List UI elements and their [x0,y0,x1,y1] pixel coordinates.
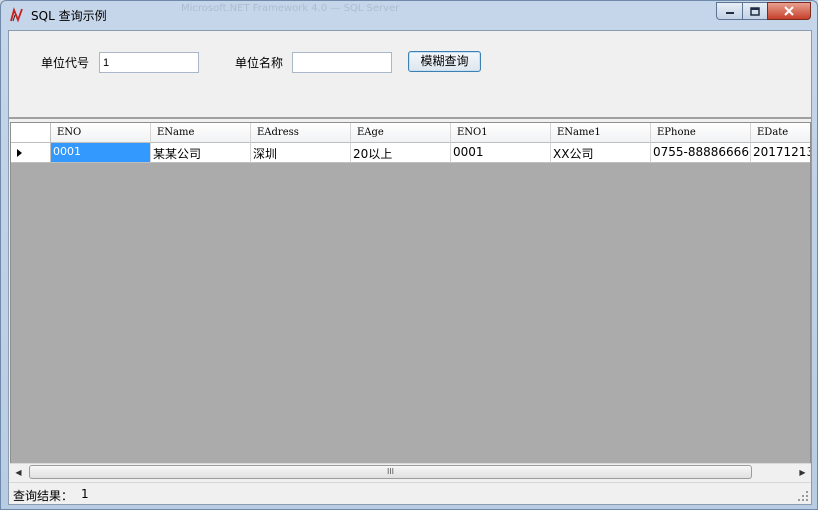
window-title-background-text: Microsoft.NET Framework 4.0 — SQL Server [181,3,400,14]
status-result-count: 1 [81,487,89,501]
unit-name-label: 单位名称 [235,56,284,70]
search-panel: 单位代号 单位名称 模糊查询 [9,31,811,119]
scroll-left-arrow-icon[interactable]: ◀ [10,464,27,481]
column-header-eno1[interactable]: ENO1 [451,123,551,143]
results-grid[interactable]: ENO EName EAdress EAge ENO1 EName1 EPhone EDate… [10,122,811,480]
window-controls [716,2,811,20]
unit-code-label: 单位代号 [41,56,90,70]
grid-cell-edate[interactable]: 20171213 [751,143,810,163]
close-button[interactable] [767,2,811,20]
minimize-icon [725,12,734,14]
app-logo-icon [10,7,23,23]
maximize-button[interactable] [742,2,767,20]
column-header-eadress[interactable]: EAdress [251,123,351,143]
column-header-ephone[interactable]: EPhone [651,123,751,143]
scroll-right-arrow-icon[interactable]: ▶ [794,464,811,481]
column-header-ename[interactable]: EName [151,123,251,143]
grid-header-row: ENO EName EAdress EAge ENO1 EName1 EPhone EDate [11,123,810,143]
column-header-eno[interactable]: ENO [51,123,151,143]
resize-grip-icon[interactable] [797,490,809,502]
current-row-arrow-icon [17,149,22,157]
app-window: SQL 查询示例 Microsoft.NET Framework 4.0 — S… [0,0,818,510]
column-header-edate[interactable]: EDate [751,123,810,143]
status-label: 查询结果： [13,489,74,503]
fuzzy-search-button[interactable]: 模糊查询 [408,51,481,72]
column-header-eage[interactable]: EAge [351,123,451,143]
grid-cell-ename1[interactable]: XX公司 [551,143,651,163]
grid-cell-eage[interactable]: 20以上 [351,143,451,163]
status-bar: 查询结果： 1 [9,482,811,504]
column-header-ename1[interactable]: EName1 [551,123,651,143]
grid-cell-ephone[interactable]: 0755-888866666 [651,143,751,163]
maximize-icon [750,6,760,16]
grid-cell-ename[interactable]: 某某公司 [151,143,251,163]
grid-cell-eno1[interactable]: 0001 [451,143,551,163]
scrollbar-grip-icon: III [386,467,395,476]
client-area: 单位代号 单位名称 模糊查询 ENOENameEAdressEAgeENO1EN… [8,30,812,505]
grid-corner-header[interactable] [11,123,51,143]
title-bar[interactable]: SQL 查询示例 Microsoft.NET Framework 4.0 — S… [1,1,817,28]
grid-cell-eno[interactable]: 0001 [51,143,151,163]
table-row[interactable]: 0001 某某公司 深圳 20以上 0001 XX公司 0755-888866666 2017… [11,143,810,163]
row-header[interactable] [11,143,51,163]
minimize-button[interactable] [716,2,742,20]
horizontal-scrollbar[interactable]: ◀ III ▶ [10,463,811,480]
grid-cell-eadress[interactable]: 深圳 [251,143,351,163]
window-title: SQL 查询示例 [31,9,107,23]
unit-code-input[interactable] [99,52,199,73]
close-icon [784,6,794,16]
unit-name-input[interactable] [292,52,392,73]
scrollbar-thumb[interactable]: III [29,465,752,479]
